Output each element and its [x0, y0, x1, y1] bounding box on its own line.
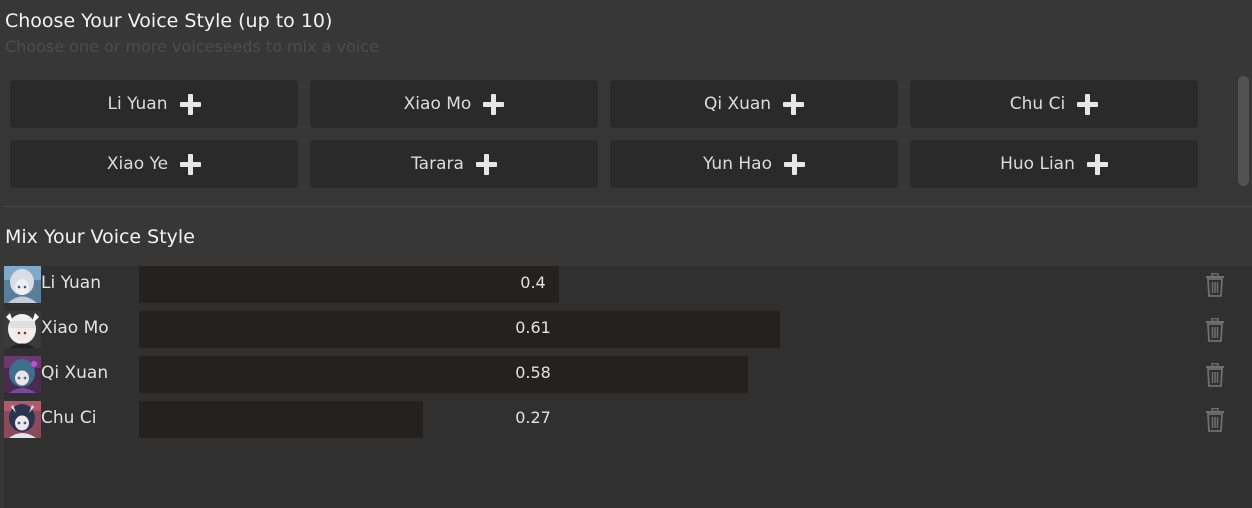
plus-icon [180, 153, 202, 175]
plus-icon [483, 93, 505, 115]
plus-icon [784, 153, 805, 175]
weight-slider[interactable] [139, 311, 1189, 348]
plus-icon [1086, 153, 1108, 175]
trash-icon[interactable] [1204, 363, 1226, 387]
mix-row: Li Yuan 0.4 [4, 266, 1252, 303]
add-voice-seed-button[interactable]: Tarara [310, 140, 598, 188]
add-voice-seed-button[interactable]: Li Yuan [10, 80, 298, 128]
trash-icon[interactable] [1204, 408, 1226, 432]
trash-icon[interactable] [1204, 318, 1226, 342]
plus-icon [475, 153, 497, 175]
avatar-icon [4, 401, 41, 438]
weight-slider-fill [139, 401, 423, 438]
section-divider [4, 206, 1252, 207]
plus-icon [1077, 93, 1099, 115]
weight-slider-fill [139, 311, 780, 348]
add-voice-seed-button[interactable]: Xiao Ye [10, 140, 298, 188]
add-voice-seed-button[interactable]: Chu Ci [910, 80, 1198, 128]
weight-slider[interactable] [139, 266, 1189, 303]
weight-slider[interactable] [139, 401, 1189, 438]
voice-seed-label: Chu Ci [1009, 94, 1066, 114]
voice-seed-label: Xiao Ye [106, 154, 169, 174]
voice-seed-grid: Li Yuan Xiao Mo Qi Xuan Chu Ci Xiao Ye T… [10, 80, 1198, 188]
mix-voice-name: Chu Ci [41, 408, 97, 428]
add-voice-seed-button[interactable]: Huo Lian [910, 140, 1198, 188]
mix-row: Qi Xuan 0.58 [4, 356, 1252, 393]
add-voice-seed-button[interactable]: Xiao Mo [310, 80, 598, 128]
voice-seed-label: Huo Lian [1000, 154, 1075, 174]
mix-voice-name: Qi Xuan [41, 363, 109, 383]
plus-icon [783, 93, 805, 115]
weight-slider[interactable] [139, 356, 1189, 393]
mix-panel: Li Yuan 0.4 Xiao Mo 0.61 Qi Xuan 0.58 Ch… [4, 266, 1252, 508]
weight-slider-fill [139, 266, 559, 303]
voice-seed-label: Xiao Mo [403, 94, 472, 114]
voice-seed-label: Qi Xuan [703, 94, 772, 114]
choose-title: Choose Your Voice Style (up to 10) [5, 10, 333, 32]
add-voice-seed-button[interactable]: Qi Xuan [610, 80, 898, 128]
mix-voice-name: Li Yuan [41, 273, 101, 293]
scrollbar[interactable] [1238, 76, 1249, 186]
voice-seed-label: Yun Hao [703, 154, 772, 174]
trash-icon[interactable] [1204, 273, 1226, 297]
mix-voice-name: Xiao Mo [41, 318, 109, 338]
mix-row: Chu Ci 0.27 [4, 401, 1252, 438]
plus-icon [179, 93, 201, 115]
mix-row: Xiao Mo 0.61 [4, 311, 1252, 348]
mix-title: Mix Your Voice Style [5, 226, 195, 248]
voice-seed-label: Tarara [411, 154, 464, 174]
choose-subtitle: Choose one or more voiceseeds to mix a v… [5, 37, 379, 56]
add-voice-seed-button[interactable]: Yun Hao [610, 140, 898, 188]
avatar-icon [4, 266, 41, 303]
avatar-icon [4, 311, 41, 348]
weight-slider-fill [139, 356, 748, 393]
avatar-icon [4, 356, 41, 393]
voice-seed-label: Li Yuan [107, 94, 168, 114]
